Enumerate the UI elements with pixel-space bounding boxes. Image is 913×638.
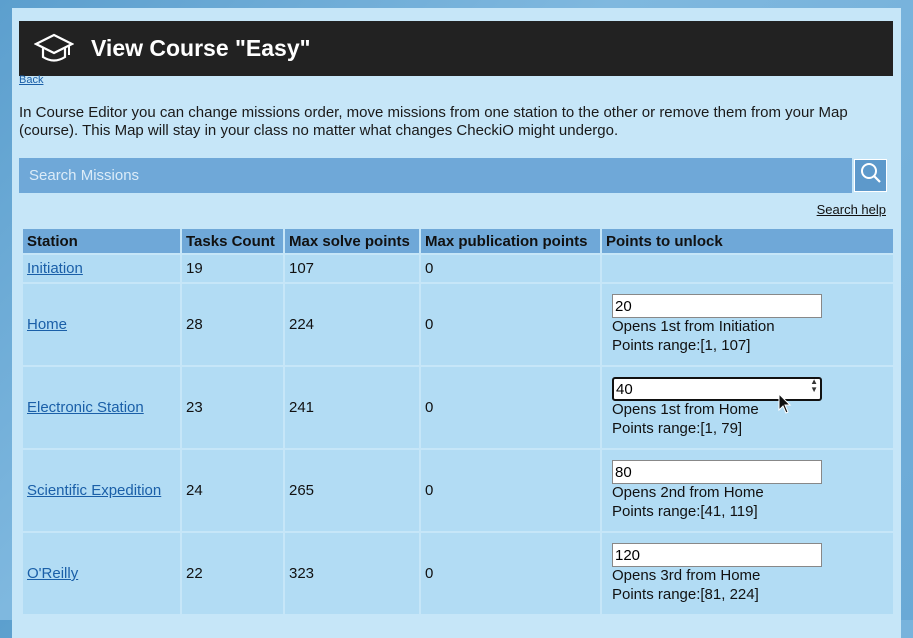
tasks-count-cell: 19 bbox=[180, 253, 285, 284]
max-solve-points-cell: 323 bbox=[283, 531, 421, 616]
table-row: Electronic Station 23 241 0 ▲▼ Opens 1st… bbox=[21, 365, 895, 450]
points-range: Points range:[41, 119] bbox=[612, 502, 758, 520]
points-range: Points range:[1, 79] bbox=[612, 419, 743, 437]
max-publication-points-cell: 0 bbox=[419, 365, 602, 450]
column-header-max-publication-points: Max publication points bbox=[419, 227, 602, 255]
tasks-count-cell: 23 bbox=[180, 365, 285, 450]
column-header-tasks-count: Tasks Count bbox=[180, 227, 285, 255]
table-row: O'Reilly 22 323 0 Opens 3rd from Home Po… bbox=[21, 531, 895, 616]
search-icon bbox=[860, 162, 882, 189]
tasks-count-cell: 24 bbox=[180, 448, 285, 533]
opens-info: Opens 1st from Initiation bbox=[612, 318, 775, 335]
station-cell: Electronic Station bbox=[21, 365, 182, 450]
points-to-unlock-cell: Opens 3rd from Home Points range:[81, 22… bbox=[600, 531, 895, 616]
station-link[interactable]: O'Reilly bbox=[27, 565, 78, 582]
unlock-points-input[interactable] bbox=[612, 543, 822, 567]
max-publication-points-cell: 0 bbox=[419, 531, 602, 616]
unlock-points-input[interactable] bbox=[612, 460, 822, 484]
opens-info: Opens 2nd from Home bbox=[612, 484, 764, 501]
table-row: Initiation 19 107 0 bbox=[21, 253, 895, 284]
mouse-pointer-icon bbox=[778, 392, 792, 420]
points-to-unlock-cell bbox=[600, 253, 895, 284]
station-cell: Home bbox=[21, 282, 182, 367]
station-cell: Initiation bbox=[21, 253, 182, 284]
course-panel: View Course "Easy" Back In Course Editor… bbox=[12, 8, 901, 638]
stations-table: Station Tasks Count Max solve points Max… bbox=[21, 227, 895, 616]
max-publication-points-cell: 0 bbox=[419, 448, 602, 533]
search-help-link[interactable]: Search help bbox=[817, 202, 886, 217]
max-solve-points-cell: 224 bbox=[283, 282, 421, 367]
column-header-station: Station bbox=[21, 227, 182, 255]
page-header: View Course "Easy" bbox=[19, 21, 893, 76]
points-range: Points range:[81, 224] bbox=[612, 585, 759, 603]
table-header-row: Station Tasks Count Max solve points Max… bbox=[21, 227, 895, 255]
column-header-points-to-unlock: Points to unlock bbox=[600, 227, 895, 255]
station-link[interactable]: Electronic Station bbox=[27, 399, 144, 416]
tasks-count-cell: 28 bbox=[180, 282, 285, 367]
search-input[interactable] bbox=[19, 158, 852, 193]
graduation-cap-icon bbox=[32, 27, 76, 71]
unlock-points-input[interactable] bbox=[612, 294, 822, 318]
points-range: Points range:[1, 107] bbox=[612, 336, 751, 354]
column-header-max-solve-points: Max solve points bbox=[283, 227, 421, 255]
course-description: In Course Editor you can change missions… bbox=[19, 104, 848, 139]
points-to-unlock-cell: Opens 2nd from Home Points range:[41, 11… bbox=[600, 448, 895, 533]
opens-info: Opens 3rd from Home bbox=[612, 567, 761, 584]
max-publication-points-cell: 0 bbox=[419, 282, 602, 367]
points-to-unlock-cell: Opens 1st from Initiation Points range:[… bbox=[600, 282, 895, 367]
table-row: Scientific Expedition 24 265 0 Opens 2nd… bbox=[21, 448, 895, 533]
page-title: View Course "Easy" bbox=[91, 35, 311, 61]
points-to-unlock-cell: ▲▼ Opens 1st from Home Points range:[1, … bbox=[600, 365, 895, 450]
table-row: Home 28 224 0 Opens 1st from Initiation … bbox=[21, 282, 895, 367]
station-link[interactable]: Scientific Expedition bbox=[27, 482, 161, 499]
search-bar bbox=[19, 158, 887, 193]
back-link[interactable]: Back bbox=[19, 74, 43, 86]
max-solve-points-cell: 107 bbox=[283, 253, 421, 284]
search-button[interactable] bbox=[854, 159, 887, 192]
station-cell: O'Reilly bbox=[21, 531, 182, 616]
max-publication-points-cell: 0 bbox=[419, 253, 602, 284]
station-link[interactable]: Initiation bbox=[27, 260, 83, 277]
max-solve-points-cell: 265 bbox=[283, 448, 421, 533]
max-solve-points-cell: 241 bbox=[283, 365, 421, 450]
station-cell: Scientific Expedition bbox=[21, 448, 182, 533]
station-link[interactable]: Home bbox=[27, 316, 67, 333]
opens-info: Opens 1st from Home bbox=[612, 401, 759, 418]
spinner-arrows-icon[interactable]: ▲ ▼ bbox=[810, 378, 818, 394]
tasks-count-cell: 22 bbox=[180, 531, 285, 616]
